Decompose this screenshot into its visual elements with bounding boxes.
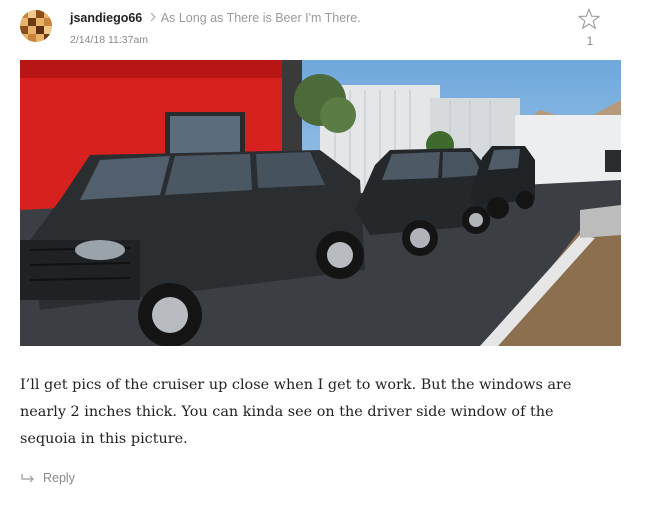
reply-label: Reply	[43, 471, 75, 485]
post-timestamp[interactable]: 2/14/18 11:37am	[70, 34, 148, 46]
author-username[interactable]: jsandiego66	[70, 11, 142, 25]
star-outline-icon[interactable]	[577, 7, 601, 31]
avatar[interactable]	[20, 10, 52, 42]
parent-comment-title[interactable]: As Long as There is Beer I'm There.	[161, 11, 361, 25]
like-count: 1	[586, 36, 594, 48]
post-body-line: sequoia in this picture.	[20, 431, 188, 447]
post-body: I’ll get pics of the cruiser up close wh…	[20, 372, 620, 453]
reply-arrow-icon	[21, 474, 34, 483]
reply-button[interactable]: Reply	[20, 471, 75, 485]
chevron-right-icon	[150, 12, 156, 22]
post-photo[interactable]	[20, 60, 621, 346]
photo-suvs-parked-image	[20, 60, 621, 346]
reply-to-context[interactable]: As Long as There is Beer I'm There.	[148, 11, 361, 25]
post-body-line: I’ll get pics of the cruiser up close wh…	[20, 377, 572, 393]
post-body-line: nearly 2 inches thick. You can kinda see…	[20, 404, 554, 420]
avatar-checker-icon	[20, 10, 52, 42]
